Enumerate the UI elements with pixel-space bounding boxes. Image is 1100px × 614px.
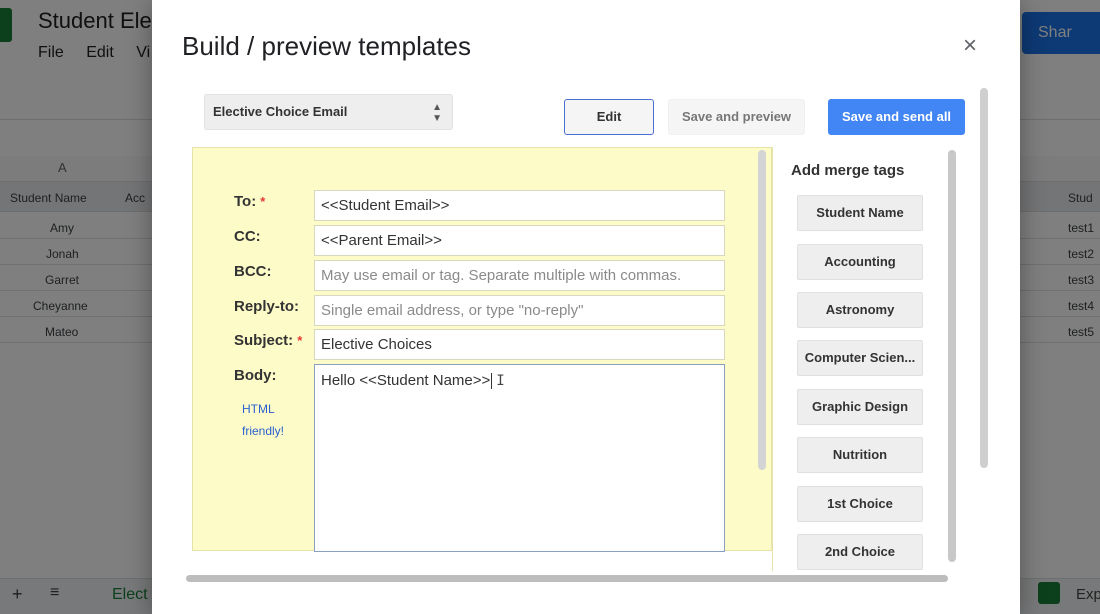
- merge-tag-button[interactable]: Accounting: [797, 244, 923, 280]
- to-label: To: *: [234, 193, 266, 210]
- merge-tag-button[interactable]: Graphic Design: [797, 389, 923, 425]
- html-friendly-note-1: HTML: [242, 402, 275, 416]
- merge-tag-button[interactable]: Computer Scien...: [797, 340, 923, 376]
- subject-field[interactable]: Elective Choices: [314, 329, 725, 360]
- bcc-label: BCC:: [234, 263, 272, 280]
- cc-label: CC:: [234, 228, 261, 245]
- reply-to-field[interactable]: Single email address, or type "no-reply": [314, 295, 725, 326]
- merge-tags-title: Add merge tags: [791, 162, 905, 179]
- subject-label: Subject: *: [234, 332, 303, 349]
- edit-button[interactable]: Edit: [564, 99, 654, 135]
- merge-tag-button[interactable]: Student Name: [797, 195, 923, 231]
- dialog-title: Build / preview templates: [182, 31, 472, 61]
- horizontal-scrollbar[interactable]: [186, 575, 948, 582]
- required-marker: *: [260, 194, 266, 209]
- bcc-field[interactable]: May use email or tag. Separate multiple …: [314, 260, 725, 291]
- merge-tag-button[interactable]: 1st Choice: [797, 486, 923, 522]
- to-field[interactable]: <<Student Email>>: [314, 190, 725, 221]
- save-send-all-button[interactable]: Save and send all: [828, 99, 965, 135]
- reply-to-label: Reply-to:: [234, 298, 299, 315]
- html-friendly-note-2: friendly!: [242, 424, 285, 438]
- text-cursor: [491, 373, 493, 390]
- merge-tag-button[interactable]: 2nd Choice: [797, 534, 923, 570]
- close-icon[interactable]: ×: [958, 34, 982, 58]
- dialog-scrollbar[interactable]: [980, 88, 988, 468]
- merge-tag-button[interactable]: Nutrition: [797, 437, 923, 473]
- save-preview-button[interactable]: Save and preview: [668, 99, 805, 135]
- body-editor[interactable]: Hello <<Student Name>> I: [314, 364, 725, 552]
- body-label: Body:: [234, 367, 277, 384]
- form-scrollbar[interactable]: [758, 150, 766, 470]
- merge-tags-scrollbar[interactable]: [948, 150, 956, 562]
- cc-field[interactable]: <<Parent Email>>: [314, 225, 725, 256]
- required-marker: *: [297, 333, 303, 348]
- merge-tag-button[interactable]: Astronomy: [797, 292, 923, 328]
- template-select-value: Elective Choice Email: [213, 104, 348, 119]
- select-updown-icon: ▲ ▼: [432, 102, 442, 124]
- build-preview-dialog: Build / preview templates × Elective Cho…: [152, 0, 1020, 614]
- ibeam-cursor-icon: I: [496, 373, 505, 390]
- template-select[interactable]: Elective Choice Email ▲ ▼: [204, 94, 453, 130]
- body-text: Hello <<Student Name>>: [321, 372, 491, 389]
